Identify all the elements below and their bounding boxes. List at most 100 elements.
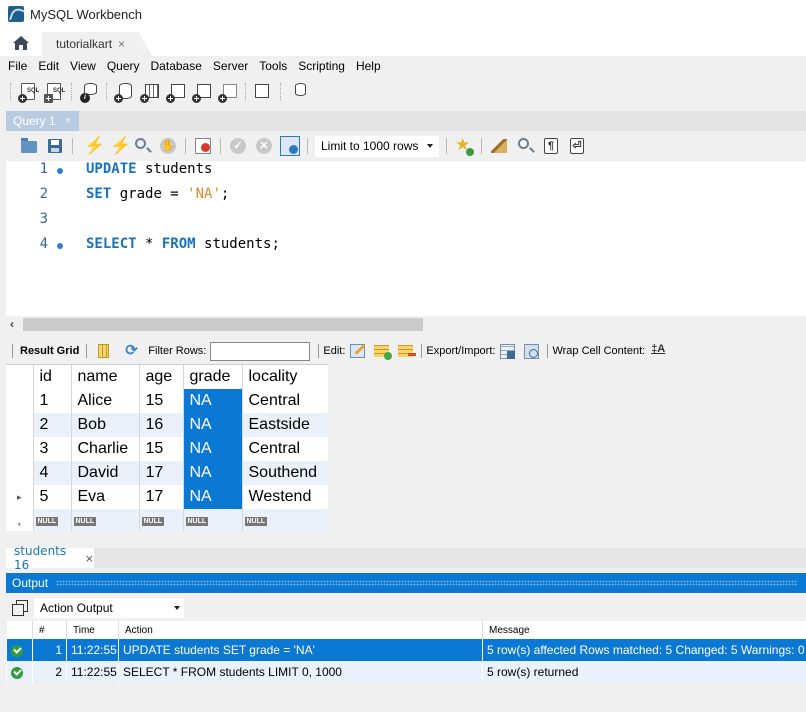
column-header-grade[interactable]: grade xyxy=(182,365,242,389)
new-cell-grade[interactable]: NULL xyxy=(182,509,242,531)
cell-name[interactable]: Alice xyxy=(70,389,139,413)
scroll-left-icon[interactable]: ‹ xyxy=(10,317,14,331)
menu-database[interactable]: Database xyxy=(147,59,209,73)
cell-id[interactable]: 4 xyxy=(32,461,71,485)
table-row[interactable]: ▸ 5 Eva 17 NA Westend xyxy=(6,485,328,509)
cell-name[interactable]: David xyxy=(70,461,139,485)
stop-icon[interactable]: ✋ xyxy=(158,136,178,156)
cell-age[interactable]: 17 xyxy=(138,485,183,509)
cell-locality[interactable]: Central xyxy=(241,389,328,413)
cell-locality[interactable]: Eastside xyxy=(241,413,328,437)
column-header-locality[interactable]: locality xyxy=(241,365,328,389)
create-view-icon[interactable] xyxy=(165,81,187,103)
editor-horizontal-scrollbar[interactable]: ‹ xyxy=(6,316,806,333)
close-icon[interactable]: × xyxy=(65,115,71,127)
result-grid-tab[interactable]: Result Grid xyxy=(17,345,82,357)
action-column-header[interactable]: Action xyxy=(118,621,483,639)
cell-id[interactable]: 5 xyxy=(32,485,71,509)
row-marker[interactable]: ▸ xyxy=(6,485,33,509)
scrollbar-thumb[interactable] xyxy=(23,318,423,331)
execute-icon[interactable]: ⚡ xyxy=(80,136,105,156)
menu-query[interactable]: Query xyxy=(103,59,147,73)
commit-icon[interactable]: ✓ xyxy=(228,136,248,156)
cell-id[interactable]: 1 xyxy=(32,389,71,413)
cell-locality[interactable]: Central xyxy=(241,437,328,461)
time-column-header[interactable]: Time xyxy=(66,621,119,639)
add-snippet-icon[interactable]: ★ xyxy=(454,136,474,156)
refresh-icon[interactable]: ⟳ xyxy=(123,342,141,360)
export-icon[interactable] xyxy=(498,342,516,360)
connection-tab-tutorialkart[interactable]: tutorialkart × xyxy=(42,32,152,56)
filter-rows-input[interactable] xyxy=(210,341,311,361)
column-header-age[interactable]: age xyxy=(138,365,183,389)
table-row[interactable]: 4 David 17 NA Southend xyxy=(6,461,328,485)
row-marker[interactable] xyxy=(6,389,33,413)
cell-grade[interactable]: NA xyxy=(182,461,242,485)
open-sql-script-icon[interactable]: SQL xyxy=(43,81,65,103)
toggle-error-icon[interactable] xyxy=(193,136,213,156)
create-procedure-icon[interactable] xyxy=(191,81,213,103)
number-column-header[interactable]: # xyxy=(32,621,67,639)
execute-current-icon[interactable]: ⚡ xyxy=(106,136,131,156)
wrap-lines-icon[interactable]: ⏎ xyxy=(567,136,587,156)
cell-locality[interactable]: Westend xyxy=(241,485,328,509)
code-line[interactable]: 2 SET grade = 'NA'; xyxy=(6,186,806,211)
explain-icon[interactable] xyxy=(132,136,152,156)
cell-grade[interactable]: NA xyxy=(182,437,242,461)
panel-drag-handle[interactable] xyxy=(56,580,798,586)
cell-name[interactable]: Charlie xyxy=(70,437,139,461)
copy-icon[interactable] xyxy=(12,600,28,616)
table-row[interactable]: 1 Alice 15 NA Central xyxy=(6,389,328,413)
close-icon[interactable]: × xyxy=(118,37,125,51)
column-toggle-icon[interactable] xyxy=(94,342,112,360)
save-icon[interactable] xyxy=(45,136,65,156)
tab-students-16[interactable]: students 16 × xyxy=(6,544,94,572)
new-cell-id[interactable]: NULL xyxy=(32,509,71,531)
output-row[interactable]: 2 11:22:55 SELECT * FROM students LIMIT 0,… xyxy=(6,661,806,683)
output-type-select[interactable]: Action Output xyxy=(34,598,184,618)
menu-edit[interactable]: Edit xyxy=(34,59,66,73)
column-header-name[interactable]: name xyxy=(70,365,139,389)
cell-age[interactable]: 17 xyxy=(138,461,183,485)
cell-locality[interactable]: Southend xyxy=(241,461,328,485)
wrap-cell-icon[interactable]: ‡A xyxy=(648,342,666,360)
cell-id[interactable]: 3 xyxy=(32,437,71,461)
close-icon[interactable]: × xyxy=(85,552,94,565)
delete-row-icon[interactable] xyxy=(396,342,417,360)
cell-grade[interactable]: NA xyxy=(182,485,242,509)
schema-inspector-icon[interactable]: i xyxy=(78,81,100,103)
row-marker[interactable] xyxy=(6,437,33,461)
cell-name[interactable]: Eva xyxy=(70,485,139,509)
menu-scripting[interactable]: Scripting xyxy=(294,59,352,73)
code-line[interactable]: 1 UPDATE students xyxy=(6,161,806,186)
edit-row-icon[interactable] xyxy=(348,342,366,360)
message-column-header[interactable]: Message xyxy=(482,621,806,639)
rollback-icon[interactable]: ✕ xyxy=(254,136,274,156)
cell-grade[interactable]: NA xyxy=(182,389,242,413)
row-marker[interactable] xyxy=(6,413,33,437)
autocommit-icon[interactable] xyxy=(280,136,300,156)
new-cell-age[interactable]: NULL xyxy=(138,509,183,531)
create-table-icon[interactable] xyxy=(139,81,161,103)
reconnect-icon[interactable] xyxy=(287,81,309,103)
row-marker[interactable] xyxy=(6,461,33,485)
cell-name[interactable]: Bob xyxy=(70,413,139,437)
create-schema-icon[interactable] xyxy=(113,81,135,103)
cell-grade[interactable]: NA xyxy=(182,413,242,437)
output-row[interactable]: 1 11:22:55 UPDATE students SET grade = 'NA… xyxy=(6,639,806,661)
open-file-icon[interactable] xyxy=(19,136,39,156)
cell-age[interactable]: 15 xyxy=(138,389,183,413)
table-row[interactable]: 2 Bob 16 NA Eastside xyxy=(6,413,328,437)
code-line[interactable]: 3 xyxy=(6,211,806,236)
menu-tools[interactable]: Tools xyxy=(255,59,294,73)
code-line[interactable]: 4 SELECT * FROM students; xyxy=(6,236,806,261)
cell-age[interactable]: 16 xyxy=(138,413,183,437)
cell-id[interactable]: 2 xyxy=(32,413,71,437)
insert-row-icon[interactable] xyxy=(372,342,393,360)
menu-server[interactable]: Server xyxy=(209,59,255,73)
cell-age[interactable]: 15 xyxy=(138,437,183,461)
column-header-id[interactable]: id xyxy=(32,365,71,389)
new-row[interactable]: * NULL NULL NULL NULL NULL xyxy=(6,509,328,531)
invisible-chars-icon[interactable]: ¶ xyxy=(541,136,561,156)
find-icon[interactable] xyxy=(515,136,535,156)
